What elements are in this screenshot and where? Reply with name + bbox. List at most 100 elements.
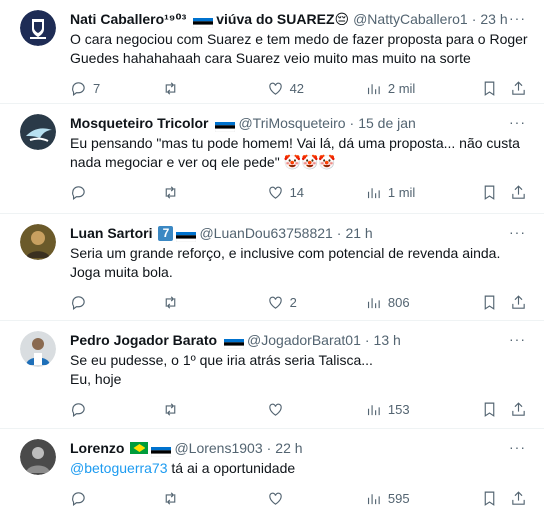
retweet-button[interactable] — [162, 490, 266, 507]
reply-count: 7 — [93, 80, 101, 96]
like-button[interactable] — [267, 401, 365, 418]
handle[interactable]: @Lorens1903 — [174, 439, 262, 457]
bookmark-button[interactable] — [481, 294, 510, 311]
keycap-seven-icon: 7 — [158, 225, 174, 241]
share-icon — [512, 294, 526, 309]
handle[interactable]: @NattyCaballero1 — [353, 10, 468, 28]
action-bar: 7 42 2 mil — [70, 68, 530, 108]
views-button[interactable]: 153 — [365, 401, 481, 418]
display-name[interactable]: Pedro Jogador Barato — [70, 331, 217, 349]
bookmark-button[interactable] — [481, 184, 510, 201]
timestamp[interactable]: 13 h — [374, 331, 401, 349]
retweet-button[interactable] — [162, 80, 266, 97]
retweet-button[interactable] — [162, 294, 266, 311]
avatar[interactable] — [20, 10, 56, 46]
bookmark-icon — [484, 295, 495, 310]
reply-button[interactable] — [70, 490, 162, 507]
more-options-icon[interactable]: ··· — [509, 114, 526, 130]
action-bar: 2 806 — [70, 282, 530, 322]
retweet-icon — [166, 185, 176, 199]
tweet-text-rest: tá ai a oportunidade — [167, 460, 296, 476]
retweet-icon — [166, 491, 176, 505]
share-button[interactable] — [510, 184, 530, 201]
separator: · — [336, 225, 342, 241]
tweet[interactable]: Luan Sartori 7 @LuanDou63758821 · 21 h ·… — [0, 214, 544, 321]
views-button[interactable]: 595 — [365, 490, 481, 507]
views-button[interactable]: 1 mil — [365, 184, 481, 201]
flag-icon — [151, 443, 172, 458]
flag-icon — [176, 228, 197, 243]
display-name-suffix[interactable]: viúva do SUAREZ😔 — [216, 10, 349, 28]
share-icon — [512, 490, 526, 505]
share-icon — [512, 80, 526, 95]
like-button[interactable]: 14 — [267, 184, 365, 201]
avatar[interactable] — [20, 439, 56, 475]
more-options-icon[interactable]: ··· — [509, 10, 526, 26]
bookmark-button[interactable] — [481, 490, 510, 507]
timestamp[interactable]: 22 h — [275, 439, 302, 457]
view-count: 153 — [387, 401, 410, 417]
bookmark-button[interactable] — [481, 401, 510, 418]
bookmark-icon — [484, 81, 495, 96]
separator: · — [471, 11, 477, 27]
avatar[interactable] — [20, 224, 56, 260]
like-button[interactable] — [267, 490, 365, 507]
share-icon — [512, 184, 526, 199]
handle[interactable]: @JogadorBarat01 — [247, 331, 361, 349]
heart-icon — [268, 82, 282, 95]
timestamp[interactable]: 21 h — [345, 224, 372, 242]
views-icon — [367, 187, 380, 198]
views-icon — [367, 83, 380, 94]
display-name[interactable]: Lorenzo — [70, 439, 124, 457]
flag-icon — [223, 335, 245, 350]
flag-icon — [193, 14, 214, 29]
views-button[interactable]: 806 — [365, 294, 481, 311]
more-options-icon[interactable]: ··· — [509, 439, 526, 455]
bookmark-button[interactable] — [481, 80, 510, 97]
views-button[interactable]: 2 mil — [365, 80, 481, 97]
tweet[interactable]: Mosqueteiro Tricolor @TriMosqueteiro · 1… — [0, 104, 544, 214]
timestamp[interactable]: 23 h — [480, 10, 507, 28]
handle[interactable]: @TriMosqueteiro — [238, 114, 345, 132]
heart-icon — [268, 492, 282, 505]
separator: · — [266, 440, 272, 456]
timestamp[interactable]: 15 de jan — [358, 114, 416, 132]
avatar[interactable] — [20, 331, 56, 367]
retweet-button[interactable] — [162, 184, 266, 201]
tweet[interactable]: Pedro Jogador Barato @JogadorBarat01 · 1… — [0, 321, 544, 429]
more-options-icon[interactable]: ··· — [509, 224, 526, 240]
heart-icon — [268, 403, 282, 416]
handle[interactable]: @LuanDou63758821 — [199, 224, 332, 242]
tweet-text-line: Eu, hoje — [70, 371, 122, 387]
retweet-button[interactable] — [162, 401, 266, 418]
mention-link[interactable]: @betoguerra73 — [70, 460, 168, 476]
share-button[interactable] — [510, 401, 530, 418]
display-name[interactable]: Mosqueteiro Tricolor — [70, 114, 208, 132]
views-icon — [367, 404, 380, 415]
reply-button[interactable] — [70, 184, 162, 201]
tweet-text-line: Se eu pudesse, o 1º que iria atrás seria… — [70, 352, 373, 368]
more-options-icon[interactable]: ··· — [509, 331, 526, 347]
retweet-icon — [166, 81, 176, 95]
share-button[interactable] — [510, 490, 530, 507]
tweet[interactable]: Nati Caballero¹⁹⁰³ viúva do SUAREZ😔 @Nat… — [0, 0, 544, 104]
tweet[interactable]: Lorenzo @Lorens1903 · 22 h ··· @betoguer… — [0, 429, 544, 517]
bookmark-icon — [484, 402, 495, 417]
reply-button[interactable] — [70, 294, 162, 311]
share-button[interactable] — [510, 80, 530, 97]
display-name[interactable]: Nati Caballero¹⁹⁰³ — [70, 10, 186, 28]
tweet-text: @betoguerra73 tá ai a oportunidade — [70, 459, 530, 478]
like-button[interactable]: 42 — [267, 80, 365, 97]
reply-icon — [72, 81, 85, 96]
flag-icon — [215, 118, 236, 133]
avatar[interactable] — [20, 114, 56, 150]
reply-icon — [72, 185, 85, 200]
reply-button[interactable]: 7 — [70, 80, 162, 97]
reply-button[interactable] — [70, 401, 162, 418]
share-button[interactable] — [510, 294, 530, 311]
action-bar: 14 1 mil — [70, 172, 530, 212]
display-name[interactable]: Luan Sartori — [70, 224, 152, 242]
replies-feed: Nati Caballero¹⁹⁰³ viúva do SUAREZ😔 @Nat… — [0, 0, 544, 517]
view-count: 595 — [387, 490, 410, 506]
like-button[interactable]: 2 — [267, 294, 365, 311]
